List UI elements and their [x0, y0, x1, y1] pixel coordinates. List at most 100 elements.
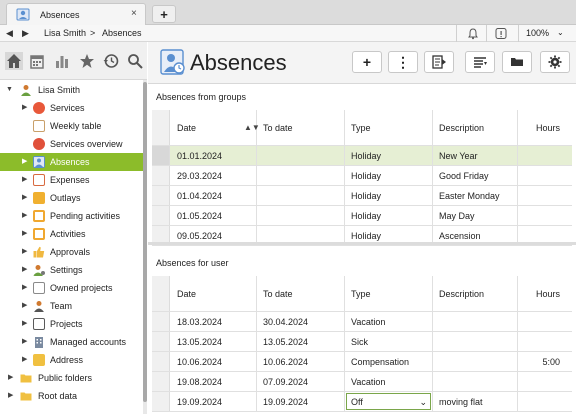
expand-arrow-icon[interactable]: ▶: [22, 104, 30, 112]
cell-description[interactable]: [433, 352, 518, 371]
cell-hours[interactable]: [518, 332, 566, 351]
cell-date[interactable]: 01.05.2024: [171, 206, 257, 225]
cell-type[interactable]: Compensation: [345, 352, 433, 371]
expand-arrow-icon[interactable]: ▶: [22, 194, 30, 202]
tree-item-managed-accounts[interactable]: ▶ Managed accounts: [0, 333, 143, 351]
expand-arrow-icon[interactable]: ▶: [8, 392, 16, 400]
cell-to-date[interactable]: [257, 166, 345, 185]
tree-item-owned-projects[interactable]: ▶ Owned projects: [0, 279, 143, 297]
cell-to-date[interactable]: [257, 146, 345, 165]
table-row[interactable]: 01.05.2024 Holiday May Day: [152, 206, 572, 226]
breadcrumb-user[interactable]: Lisa Smith: [44, 28, 86, 38]
tree-item-projects[interactable]: ▶ Projects: [0, 315, 143, 333]
tab-close-button[interactable]: ×: [131, 8, 137, 19]
chevron-down-icon[interactable]: ⌄: [419, 397, 427, 408]
cell-hours[interactable]: [518, 372, 566, 391]
zoom-level[interactable]: 100%: [526, 28, 549, 38]
column-header-description[interactable]: Description: [433, 276, 518, 311]
tree-item-settings[interactable]: ▶ Settings: [0, 261, 143, 279]
cell-date[interactable]: 10.06.2024: [171, 352, 257, 371]
tab-absences[interactable]: Absences ×: [6, 3, 146, 25]
column-header-type[interactable]: Type: [345, 110, 433, 145]
column-header-date[interactable]: Date: [171, 276, 257, 311]
column-header-description[interactable]: Description: [433, 110, 518, 145]
cell-type[interactable]: Holiday: [345, 186, 433, 205]
tree-item-services-overview[interactable]: Services overview: [0, 135, 143, 153]
column-header-to-date[interactable]: To date: [257, 276, 345, 311]
expand-arrow-icon[interactable]: ▶: [22, 284, 30, 292]
cell-to-date[interactable]: [257, 206, 345, 225]
tree-item-address[interactable]: ▶ Address: [0, 351, 143, 369]
list-sort-button[interactable]: [465, 51, 495, 73]
column-header-type[interactable]: Type: [345, 276, 433, 311]
cell-to-date[interactable]: 10.06.2024: [257, 352, 345, 371]
expand-arrow-icon[interactable]: ▶: [22, 212, 30, 220]
row-gutter[interactable]: [152, 332, 170, 351]
expand-arrow-icon[interactable]: ▶: [22, 158, 30, 166]
tree-item-activities[interactable]: ▶ Activities: [0, 225, 143, 243]
scrollbar-thumb[interactable]: [143, 82, 147, 402]
cell-date[interactable]: 01.01.2024: [171, 146, 257, 165]
table-row[interactable]: 18.03.2024 30.04.2024 Vacation: [152, 312, 572, 332]
table-row[interactable]: 01.04.2024 Holiday Easter Monday: [152, 186, 572, 206]
cell-to-date[interactable]: 30.04.2024: [257, 312, 345, 331]
table-row[interactable]: 19.09.2024 19.09.2024 Off ⌄ moving flat: [152, 392, 572, 412]
expand-arrow-icon[interactable]: ▶: [22, 266, 30, 274]
row-gutter[interactable]: [152, 206, 170, 225]
expand-arrow-icon[interactable]: ▶: [22, 338, 30, 346]
cell-to-date[interactable]: [257, 186, 345, 205]
column-header-hours[interactable]: Hours: [518, 110, 566, 145]
folder-button[interactable]: [502, 51, 532, 73]
chart-icon[interactable]: [53, 52, 71, 70]
tree-item-public-folders[interactable]: ▶ Public folders: [0, 369, 143, 387]
new-tab-button[interactable]: +: [152, 5, 176, 23]
cell-hours[interactable]: [518, 186, 566, 205]
row-gutter[interactable]: [152, 186, 170, 205]
table-row[interactable]: 10.06.2024 10.06.2024 Compensation 5:00: [152, 352, 572, 372]
cell-description[interactable]: [433, 312, 518, 331]
row-gutter[interactable]: [152, 352, 170, 371]
back-button[interactable]: ◀: [6, 28, 13, 39]
tree-item-pending-activities[interactable]: ▶ Pending activities: [0, 207, 143, 225]
cell-description[interactable]: Good Friday: [433, 166, 518, 185]
expand-arrow-icon[interactable]: ▶: [8, 374, 16, 382]
cell-hours[interactable]: [518, 146, 566, 165]
settings-button[interactable]: [540, 51, 570, 73]
add-button[interactable]: +: [352, 51, 382, 73]
calendar-icon[interactable]: [28, 52, 46, 70]
cell-hours[interactable]: [518, 206, 566, 225]
table-row[interactable]: 19.08.2024 07.09.2024 Vacation: [152, 372, 572, 392]
expand-arrow-icon[interactable]: ▶: [22, 248, 30, 256]
cell-to-date[interactable]: 19.09.2024: [257, 392, 345, 411]
tree-item-root-data[interactable]: ▶ Root data: [0, 387, 143, 405]
cell-type[interactable]: Holiday: [345, 206, 433, 225]
cell-date[interactable]: 19.08.2024: [171, 372, 257, 391]
type-select[interactable]: Off ⌄: [346, 393, 431, 410]
cell-type[interactable]: Off ⌄: [345, 392, 433, 411]
expand-arrow-icon[interactable]: ▶: [22, 320, 30, 328]
row-gutter[interactable]: [152, 392, 170, 411]
expand-arrow-icon[interactable]: ▼: [6, 86, 14, 94]
expand-arrow-icon[interactable]: ▶: [22, 230, 30, 238]
table-row[interactable]: 29.03.2024 Holiday Good Friday: [152, 166, 572, 186]
tree-item-user[interactable]: ▼ Lisa Smith: [0, 81, 143, 99]
expand-arrow-icon[interactable]: ▶: [22, 356, 30, 364]
search-icon[interactable]: [126, 52, 144, 70]
cell-type[interactable]: Holiday: [345, 166, 433, 185]
cell-description[interactable]: Easter Monday: [433, 186, 518, 205]
forward-button[interactable]: ▶: [22, 28, 29, 39]
tree-item-services[interactable]: ▶ Services: [0, 99, 143, 117]
cell-hours[interactable]: [518, 166, 566, 185]
cell-type[interactable]: Sick: [345, 332, 433, 351]
table-row[interactable]: 01.01.2024 Holiday New Year: [152, 146, 572, 166]
tree-item-expenses[interactable]: ▶ Expenses: [0, 171, 143, 189]
cell-date[interactable]: 29.03.2024: [171, 166, 257, 185]
tree-item-team[interactable]: ▶ Team: [0, 297, 143, 315]
info-icon[interactable]: [494, 27, 508, 40]
cell-date[interactable]: 01.04.2024: [171, 186, 257, 205]
table-row[interactable]: 13.05.2024 13.05.2024 Sick: [152, 332, 572, 352]
cell-description[interactable]: [433, 372, 518, 391]
expand-arrow-icon[interactable]: ▶: [22, 176, 30, 184]
cell-date[interactable]: 19.09.2024: [171, 392, 257, 411]
cell-date[interactable]: 18.03.2024: [171, 312, 257, 331]
